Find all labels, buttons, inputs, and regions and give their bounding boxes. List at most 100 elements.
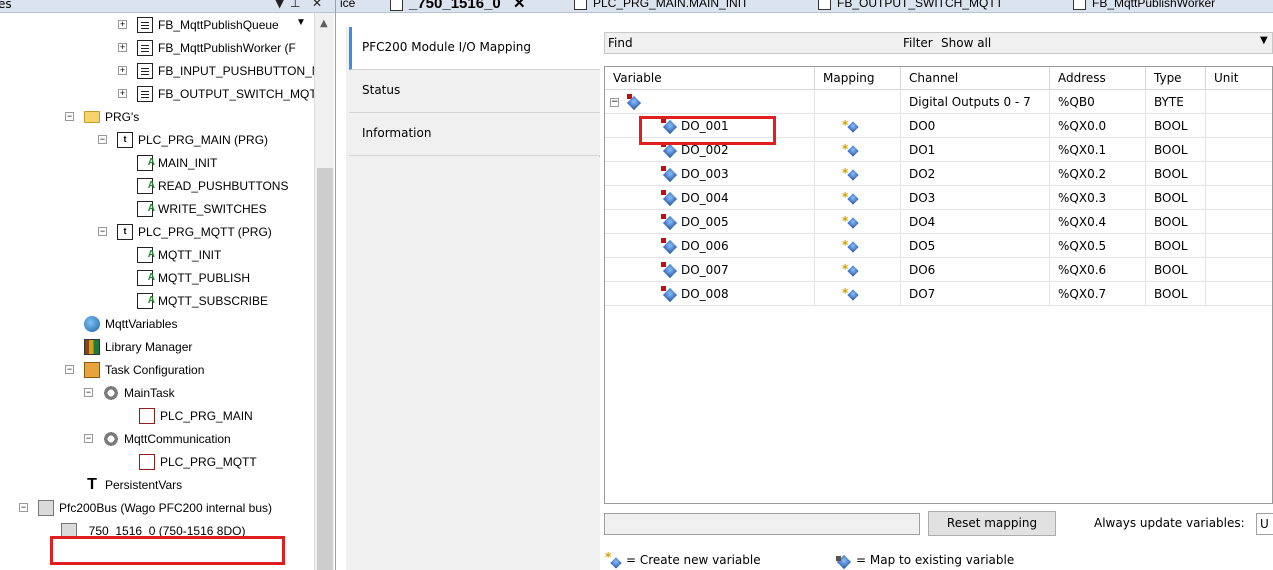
- action-icon: [137, 152, 155, 174]
- tree-item[interactable]: MQTT_SUBSCRIBE: [0, 290, 314, 312]
- collapse-icon[interactable]: −: [65, 112, 74, 121]
- mapping-cell[interactable]: [815, 234, 901, 258]
- tree-item[interactable]: − t PLC_PRG_MQTT (PRG): [0, 221, 314, 243]
- tab-750-1516-0[interactable]: _750_1516_0 ✕: [390, 0, 526, 12]
- close-tab-icon[interactable]: ✕: [513, 0, 526, 12]
- tree-item[interactable]: PLC_PRG_MAIN: [0, 405, 314, 427]
- mapping-cell[interactable]: [815, 186, 901, 210]
- panel-menu-icon[interactable]: ▼: [275, 0, 284, 10]
- mapping-legend: = Create new variable = Map to existing …: [604, 549, 1273, 570]
- mapping-cell[interactable]: [815, 282, 901, 306]
- tree-item-label: FB_INPUT_PUSHBUTTON_MC: [158, 64, 331, 78]
- tab-label: FB_OUTPUT_SWITCH_MQTT: [837, 0, 1004, 10]
- expand-icon[interactable]: +: [118, 66, 127, 75]
- tree-item[interactable]: MAIN_INIT: [0, 152, 314, 174]
- tree-item[interactable]: + FB_MqttPublishQueue ▼: [0, 14, 314, 36]
- scrollbar-thumb[interactable]: [317, 168, 333, 570]
- tree-item[interactable]: Library Manager: [0, 336, 314, 358]
- tree-item[interactable]: T PersistentVars: [0, 474, 314, 496]
- grid-row[interactable]: DO_007 DO6%QX0.6BOOL: [605, 258, 1272, 282]
- device-tree-panel: es ▼ ⊥ ✕ + FB_MqttPublishQueue ▼ + FB_MqttPu…: [0, 0, 336, 570]
- tab-fb-mqtt-publish-worker[interactable]: FB_MqttPublishWorker: [1073, 0, 1215, 12]
- find-label[interactable]: Find: [608, 36, 633, 50]
- tree-item[interactable]: − Task Configuration: [0, 359, 314, 381]
- tab-fb-output-switch-mqtt[interactable]: FB_OUTPUT_SWITCH_MQTT: [818, 0, 1004, 12]
- tree-item-label: FB_MqttPublishWorker (F: [158, 41, 296, 55]
- mapping-cell[interactable]: [815, 114, 901, 138]
- tree-item[interactable]: − MainTask: [0, 382, 314, 404]
- always-update-select[interactable]: U: [1256, 513, 1273, 535]
- tab-plc-prg-main-init[interactable]: PLC_PRG_MAIN.MAIN_INIT: [574, 0, 748, 12]
- variable-cell[interactable]: DO_004: [605, 187, 815, 210]
- type-cell: BOOL: [1146, 187, 1206, 210]
- collapse-icon[interactable]: −: [98, 227, 107, 236]
- channel-cell: DO2: [901, 163, 1050, 186]
- col-variable[interactable]: Variable: [605, 67, 815, 90]
- tree-item[interactable]: READ_PUSHBUTTONS: [0, 175, 314, 197]
- channel-cell: DO5: [901, 235, 1050, 258]
- collapse-icon[interactable]: −: [84, 388, 93, 397]
- parent-mapping-cell: [815, 91, 901, 114]
- tree-item[interactable]: − Pfc200Bus (Wago PFC200 internal bus): [0, 497, 314, 519]
- mapping-cell[interactable]: [815, 210, 901, 234]
- grid-parent-row[interactable]: − Digital Outputs 0 - 7 %QB0 BYTE: [605, 91, 1272, 114]
- scroll-up-icon[interactable]: ▲: [320, 18, 328, 29]
- expand-icon[interactable]: +: [118, 89, 127, 98]
- tree-item[interactable]: PLC_PRG_MQTT: [0, 451, 314, 473]
- tab-label: ice: [340, 0, 356, 10]
- tree-item[interactable]: + FB_MqttPublishWorker (F: [0, 37, 314, 59]
- prg-icon: t: [117, 132, 133, 148]
- col-channel[interactable]: Channel: [901, 67, 1050, 90]
- tab-status[interactable]: Status: [349, 70, 600, 113]
- pou-icon: [137, 40, 153, 56]
- collapse-icon[interactable]: −: [84, 434, 93, 443]
- variable-cell[interactable]: DO_007: [605, 259, 815, 282]
- col-mapping[interactable]: Mapping: [815, 67, 901, 90]
- collapse-icon[interactable]: −: [98, 135, 107, 144]
- variable-cell[interactable]: DO_008: [605, 283, 815, 306]
- grid-row[interactable]: DO_004 DO3%QX0.3BOOL: [605, 186, 1272, 210]
- close-panel-icon[interactable]: ✕: [312, 0, 322, 10]
- collapse-icon[interactable]: −: [19, 503, 28, 512]
- expand-icon[interactable]: +: [118, 43, 127, 52]
- mapping-cell[interactable]: [815, 162, 901, 186]
- grid-row[interactable]: DO_003 DO2%QX0.2BOOL: [605, 162, 1272, 186]
- type-cell: BOOL: [1146, 115, 1206, 138]
- reset-mapping-button[interactable]: Reset mapping: [928, 511, 1056, 536]
- col-type[interactable]: Type: [1146, 67, 1206, 90]
- tree-item[interactable]: MQTT_INIT: [0, 244, 314, 266]
- red-mark-icon: [661, 286, 666, 291]
- tree-item[interactable]: − t PLC_PRG_MAIN (PRG): [0, 129, 314, 151]
- tree-item[interactable]: + FB_OUTPUT_SWITCH_MQTT: [0, 83, 324, 105]
- chevron-down-icon[interactable]: ▼: [296, 12, 306, 34]
- variable-cell[interactable]: DO_005: [605, 211, 815, 234]
- tree-item[interactable]: + FB_INPUT_PUSHBUTTON_MC: [0, 60, 330, 82]
- tree-item[interactable]: WRITE_SWITCHES: [0, 198, 314, 220]
- tree-item[interactable]: − MqttCommunication: [0, 428, 314, 450]
- filter-select[interactable]: Show all: [941, 36, 991, 50]
- grid-row[interactable]: DO_005 DO4%QX0.4BOOL: [605, 210, 1272, 234]
- collapse-icon[interactable]: −: [610, 98, 619, 107]
- expand-icon[interactable]: +: [118, 20, 127, 29]
- tree-item[interactable]: MQTT_PUBLISH: [0, 267, 314, 289]
- tab-device[interactable]: ice: [340, 0, 356, 12]
- mapping-cell[interactable]: [815, 258, 901, 282]
- grid-row[interactable]: DO_008 DO7%QX0.7BOOL: [605, 282, 1272, 306]
- create-variable-icon: [842, 186, 857, 209]
- task-cfg-icon: [84, 362, 100, 378]
- tree-item[interactable]: MqttVariables: [0, 313, 314, 335]
- tree-item[interactable]: − PRG's: [0, 106, 314, 128]
- tab-io-mapping[interactable]: PFC200 Module I/O Mapping: [349, 27, 600, 70]
- col-address[interactable]: Address: [1050, 67, 1146, 90]
- mapping-cell[interactable]: [815, 138, 901, 162]
- collapse-icon[interactable]: −: [65, 365, 74, 374]
- pin-icon[interactable]: ⊥: [290, 0, 300, 10]
- variable-cell[interactable]: DO_003: [605, 163, 815, 186]
- tree-scrollbar[interactable]: ▲: [314, 13, 334, 570]
- filter-dropdown-icon[interactable]: ▼: [1260, 35, 1268, 46]
- tab-information[interactable]: Information: [349, 113, 600, 156]
- col-unit[interactable]: Unit: [1206, 67, 1272, 90]
- mapping-input-field[interactable]: [604, 513, 920, 535]
- variable-cell[interactable]: DO_006: [605, 235, 815, 258]
- grid-row[interactable]: DO_006 DO5%QX0.5BOOL: [605, 234, 1272, 258]
